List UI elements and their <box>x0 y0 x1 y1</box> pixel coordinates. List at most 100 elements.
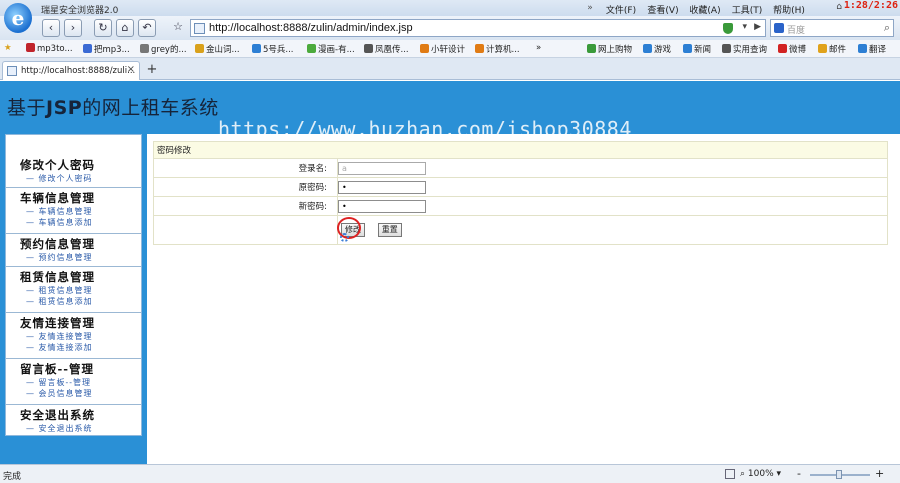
sidebar-link-change-password[interactable]: 修改个人密码 <box>6 173 141 184</box>
zoom-in-icon[interactable]: + <box>875 467 884 480</box>
tab-active[interactable]: http://localhost:8888/zuli... × <box>2 61 140 80</box>
fav-item[interactable]: 微博 <box>778 43 806 55</box>
fav-icon <box>307 44 316 53</box>
fav-icon <box>587 44 596 53</box>
fav-icon <box>420 44 429 53</box>
tab-bar: http://localhost:8888/zuli... × + <box>0 58 900 80</box>
browser-logo-icon: e <box>4 3 32 33</box>
form-spacer <box>153 215 338 245</box>
fav-item[interactable]: mp3to... <box>26 43 73 54</box>
dropdown-icon[interactable]: ▾ <box>742 22 747 32</box>
fav-item[interactable]: 新闻 <box>683 43 711 55</box>
fav-icon <box>26 43 35 52</box>
tab-label[interactable]: http://localhost:8888/zuli... <box>21 66 135 76</box>
password-form: 密码修改 登录名: a 原密码: • 新密码: • 修改 重置 <box>153 141 888 245</box>
fav-item[interactable]: 邮件 <box>818 43 846 55</box>
menu-overflow-icon[interactable]: » <box>580 3 600 16</box>
home-button-icon[interactable]: ⌂ <box>116 19 134 37</box>
fav-item[interactable]: 把mp3... <box>83 43 130 55</box>
fav-item[interactable]: 5号兵... <box>252 43 294 55</box>
menu-file[interactable]: 文件(F) <box>600 3 642 16</box>
sidebar-group-title: 友情连接管理 <box>20 316 95 330</box>
sidebar-link-links-add[interactable]: 友情连接添加 <box>6 342 141 353</box>
sidebar-link-rental-manage[interactable]: 租赁信息管理 <box>6 285 141 296</box>
undo-icon[interactable]: ↶ <box>138 19 156 37</box>
search-placeholder[interactable]: 百度 <box>787 23 805 36</box>
fav-icon <box>195 44 204 53</box>
back-icon[interactable]: ‹ <box>42 19 60 37</box>
fav-icon <box>364 44 373 53</box>
form-button-row: 修改 重置 <box>153 215 888 245</box>
search-box[interactable]: 百度 ⌕ <box>770 19 894 37</box>
fav-item[interactable]: 凤凰传... <box>364 43 409 55</box>
page-icon <box>194 23 205 34</box>
fav-item[interactable]: 计算机... <box>475 43 520 55</box>
fav-item[interactable]: grey的... <box>140 43 187 55</box>
browser-statusbar: 完成 ⌕ 100% ▾ - + <box>0 464 900 483</box>
fav-icon <box>722 44 731 53</box>
sidebar-link-links-manage[interactable]: 友情连接管理 <box>6 331 141 342</box>
zoom-slider-handle[interactable] <box>836 470 842 479</box>
fav-item[interactable]: 小轩设计 <box>420 43 465 55</box>
menu-tools[interactable]: 工具(T) <box>726 3 768 16</box>
address-url[interactable]: http://localhost:8888/zulin/admin/index.… <box>209 22 413 34</box>
search-icon[interactable]: ⌕ <box>884 21 890 35</box>
star-icon[interactable]: ☆ <box>169 19 187 37</box>
fav-more-icon[interactable]: » <box>536 43 541 53</box>
forward-icon[interactable]: › <box>64 19 82 37</box>
baidu-logo-icon <box>774 23 784 33</box>
fav-item[interactable]: 网上购物 <box>587 43 632 55</box>
sidebar-link-reservation-manage[interactable]: 预约信息管理 <box>6 252 141 263</box>
home-icon[interactable]: ⌂ <box>836 2 842 12</box>
sidebar-link-vehicle-add[interactable]: 车辆信息添加 <box>6 217 141 228</box>
fav-icon <box>858 44 867 53</box>
sidebar-group-links: 友情连接管理 友情连接管理 友情连接添加 <box>6 315 141 359</box>
old-password-input[interactable]: • <box>338 180 426 194</box>
fav-icon <box>778 44 787 53</box>
menu-favorites[interactable]: 收藏(A) <box>684 3 726 16</box>
fav-item[interactable]: 翻译 <box>858 43 886 55</box>
new-password-input[interactable]: • <box>338 199 426 213</box>
sidebar-group-title: 修改个人密码 <box>20 158 95 172</box>
login-name-input[interactable]: a <box>338 161 426 175</box>
sidebar-group-messages: 留言板--管理 留言板--管理 会员信息管理 <box>6 361 141 405</box>
menu-view[interactable]: 查看(V) <box>642 3 684 16</box>
page-icon <box>7 66 17 76</box>
fav-item[interactable]: 实用查询 <box>722 43 767 55</box>
recording-clock: 1:28/2:26 <box>843 0 898 11</box>
tab-close-icon[interactable]: × <box>127 64 135 75</box>
new-password-label: 新密码: <box>153 196 338 216</box>
zoom-level[interactable]: ⌕ 100% ▾ <box>740 469 781 479</box>
fav-icon <box>252 44 261 53</box>
fav-item[interactable]: 金山词... <box>195 43 240 55</box>
sidebar-group-title: 预约信息管理 <box>20 237 95 251</box>
sidebar-link-rental-add[interactable]: 租赁信息添加 <box>6 296 141 307</box>
sidebar-link-messages-manage[interactable]: 留言板--管理 <box>6 377 141 388</box>
sidebar-group-vehicles: 车辆信息管理 车辆信息管理 车辆信息添加 <box>6 190 141 234</box>
sidebar-group-title: 安全退出系统 <box>20 408 95 422</box>
fav-icon <box>683 44 692 53</box>
speaker-icon[interactable] <box>725 469 735 479</box>
refresh-icon[interactable]: ↻ <box>94 19 112 37</box>
go-icon[interactable]: ▶ <box>754 22 761 32</box>
new-tab-button[interactable]: + <box>144 62 160 78</box>
form-row: 新密码: • <box>153 196 888 216</box>
favorites-bar: ★ mp3to... 把mp3... grey的... 金山词... 5号兵..… <box>0 40 900 58</box>
address-bar[interactable]: http://localhost:8888/zulin/admin/index.… <box>190 19 766 37</box>
sidebar-link-members-manage[interactable]: 会员信息管理 <box>6 388 141 399</box>
shield-icon[interactable] <box>723 23 733 34</box>
fav-icon <box>818 44 827 53</box>
sidebar-group-rentals: 租赁信息管理 租赁信息管理 租赁信息添加 <box>6 269 141 313</box>
sidebar-group-title: 车辆信息管理 <box>20 191 95 205</box>
sidebar-group-title: 留言板--管理 <box>20 362 95 376</box>
fav-item[interactable]: 游戏 <box>643 43 671 55</box>
loading-spinner-icon <box>340 233 349 242</box>
reset-button[interactable]: 重置 <box>377 223 402 237</box>
sidebar-link-vehicle-manage[interactable]: 车辆信息管理 <box>6 206 141 217</box>
zoom-out-icon[interactable]: - <box>797 467 801 480</box>
favorites-star-icon[interactable]: ★ <box>4 43 12 53</box>
menu-help[interactable]: 帮助(H) <box>768 3 810 16</box>
sidebar-group-reservations: 预约信息管理 预约信息管理 <box>6 236 141 267</box>
sidebar-link-logout[interactable]: 安全退出系统 <box>6 423 141 434</box>
fav-item[interactable]: 漫画-有... <box>307 43 355 55</box>
